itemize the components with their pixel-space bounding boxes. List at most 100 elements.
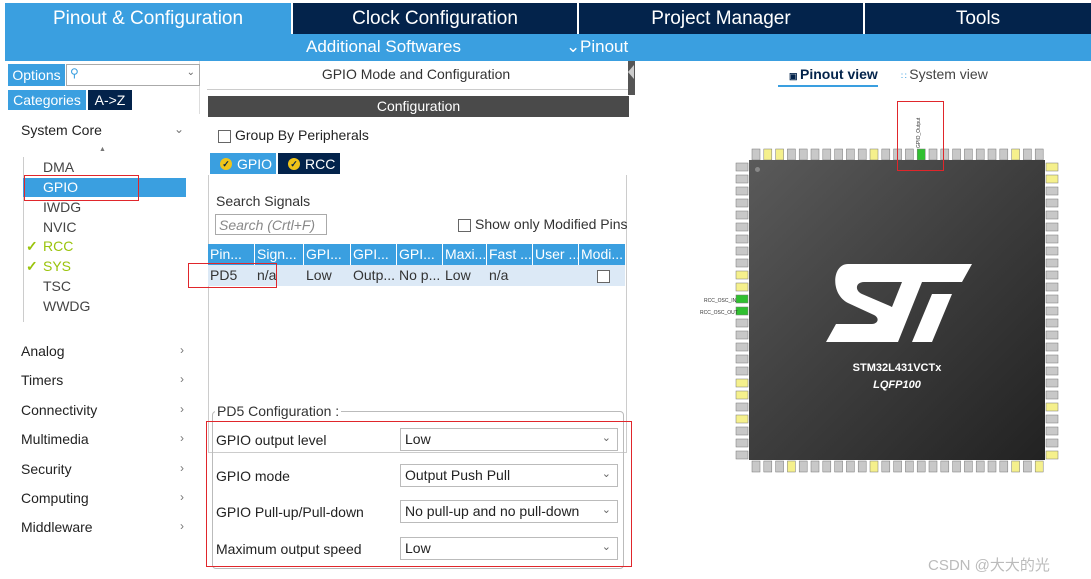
chevron-left-icon xyxy=(628,65,634,79)
pin1-marker xyxy=(755,167,760,172)
highlight-pd5-config xyxy=(206,421,632,567)
pinout-menu[interactable]: Pinout xyxy=(580,37,628,57)
divider xyxy=(207,89,628,90)
item-label: TSC xyxy=(43,278,71,294)
search-icon: ⚲ xyxy=(70,66,79,80)
item-label: RCC xyxy=(43,238,74,254)
group-by-peripherals[interactable]: Group By Peripherals xyxy=(218,127,369,143)
tab-clock-configuration[interactable]: Clock Configuration xyxy=(293,3,577,34)
main-tabs: Pinout & Configuration Clock Configurati… xyxy=(5,3,1091,34)
show-modified-pins[interactable]: Show only Modified Pins xyxy=(458,216,628,232)
tab-pinout-view[interactable]: ▣ Pinout view xyxy=(789,66,878,82)
category-connectivity[interactable]: Connectivity xyxy=(21,402,97,418)
configuration-header: Configuration xyxy=(208,96,629,117)
column-header[interactable]: User ... xyxy=(533,244,579,265)
tab-label: Pinout view xyxy=(800,66,878,82)
sidebar-item-nvic[interactable]: NVIC xyxy=(23,218,186,237)
column-header[interactable]: Modi... xyxy=(579,244,625,265)
category-timers[interactable]: Timers xyxy=(21,372,63,388)
table-cell xyxy=(533,265,579,286)
chip-icon: ▣ xyxy=(789,71,801,81)
item-label: NVIC xyxy=(43,219,77,235)
check-icon: ✓ xyxy=(26,238,38,254)
pin-table-header: Pin... Sign... GPI... GPI... GPI... Maxi… xyxy=(208,244,625,265)
category-analog[interactable]: Analog xyxy=(21,343,65,359)
tab-label: GPIO xyxy=(237,155,273,172)
show-modified-checkbox[interactable] xyxy=(458,218,471,232)
table-cell: n/a xyxy=(489,267,509,283)
chip-part-number: STM32L431VCTx xyxy=(852,362,942,374)
category-computing[interactable]: Computing xyxy=(21,490,89,506)
check-icon: ✓ xyxy=(220,157,232,170)
sidebar-item-sys[interactable]: ✓ SYS xyxy=(23,257,186,276)
category-security[interactable]: Security xyxy=(21,461,72,477)
panel-title: GPIO Mode and Configuration xyxy=(321,66,511,82)
chevron-down-icon[interactable]: ⌄ xyxy=(566,37,580,57)
table-cell: Outp... xyxy=(353,267,396,283)
column-header[interactable]: Maxi... xyxy=(443,244,487,265)
chevron-right-icon[interactable]: › xyxy=(180,343,184,357)
column-header[interactable]: Fast ... xyxy=(487,244,533,265)
chevron-right-icon[interactable]: › xyxy=(180,519,184,533)
az-button[interactable]: A->Z xyxy=(88,90,132,110)
chevron-down-icon[interactable]: ⌄ xyxy=(187,67,195,78)
table-cell: Low xyxy=(445,267,471,283)
sidebar-item-rcc[interactable]: ✓ RCC xyxy=(23,237,186,256)
column-header[interactable]: GPI... xyxy=(304,244,351,265)
modified-checkbox[interactable] xyxy=(596,269,610,283)
chevron-right-icon[interactable]: › xyxy=(180,461,184,475)
show-modified-label: Show only Modified Pins xyxy=(475,216,628,232)
category-middleware[interactable]: Middleware xyxy=(21,519,93,535)
column-header[interactable]: Pin... xyxy=(208,244,255,265)
highlight-gpio xyxy=(24,175,139,201)
stm32cubemx-window: Pinout & Configuration Clock Configurati… xyxy=(0,0,1091,579)
highlight-pd5 xyxy=(188,263,277,288)
tab-gpio[interactable]: ✓ GPIO xyxy=(210,153,276,174)
column-header[interactable]: Sign... xyxy=(255,244,304,265)
check-icon: ✓ xyxy=(26,258,38,274)
highlight-pd5-pin xyxy=(897,101,944,171)
category-search-input[interactable]: ⚲ ⌄ xyxy=(66,64,200,86)
column-header[interactable]: GPI... xyxy=(351,244,397,265)
check-icon: ✓ xyxy=(288,157,300,170)
categories-button[interactable]: Categories xyxy=(8,90,86,110)
search-signals-input[interactable]: Search (Crtl+F) xyxy=(215,214,327,235)
additional-softwares-menu[interactable]: Additional Softwares xyxy=(306,37,461,57)
chevron-down-icon[interactable]: ⌄ xyxy=(174,122,184,136)
sub-toolbar: Additional Softwares ⌄ Pinout xyxy=(5,34,1091,61)
tab-system-view[interactable]: ∷ System view xyxy=(901,66,988,82)
chevron-right-icon[interactable]: › xyxy=(180,372,184,386)
tab-project-manager[interactable]: Project Manager xyxy=(579,3,863,34)
group-by-checkbox[interactable] xyxy=(218,129,231,143)
chip-package: LQFP100 xyxy=(873,379,921,391)
sidebar-item-wwdg[interactable]: WWDG xyxy=(23,297,186,316)
st-logo xyxy=(826,264,972,342)
table-cell: Low xyxy=(306,267,332,283)
active-tab-underline xyxy=(778,85,878,87)
pin-label-osc-out: RCC_OSC_OUT xyxy=(700,310,738,316)
sidebar-item-tsc[interactable]: TSC xyxy=(23,277,186,296)
tab-tools[interactable]: Tools xyxy=(865,3,1091,34)
tab-rcc[interactable]: ✓ RCC xyxy=(278,153,340,174)
tab-pinout-configuration[interactable]: Pinout & Configuration xyxy=(5,3,291,34)
item-label: IWDG xyxy=(43,199,82,215)
tab-label: RCC xyxy=(305,155,336,172)
item-label: SYS xyxy=(43,258,72,274)
category-system-core[interactable]: System Core xyxy=(21,122,102,138)
item-label: WWDG xyxy=(43,298,91,314)
table-cell: No p... xyxy=(399,267,441,283)
options-button[interactable]: Options xyxy=(8,64,65,86)
chevron-right-icon[interactable]: › xyxy=(180,431,184,445)
left-panel: Options ⚲ ⌄ Categories A->Z System Core … xyxy=(5,61,200,571)
pd5-config-title: PD5 Configuration : xyxy=(215,403,342,419)
sort-icon: ▲ xyxy=(99,146,106,153)
category-multimedia[interactable]: Multimedia xyxy=(21,431,89,447)
chevron-right-icon[interactable]: › xyxy=(180,490,184,504)
column-header[interactable]: GPI... xyxy=(397,244,443,265)
item-label: DMA xyxy=(43,159,75,175)
tab-label: System view xyxy=(909,66,988,82)
watermark: CSDN @大大的光 xyxy=(928,557,1050,574)
chevron-right-icon[interactable]: › xyxy=(180,402,184,416)
grid-icon: ∷ xyxy=(901,71,910,81)
table-cell xyxy=(579,265,625,286)
